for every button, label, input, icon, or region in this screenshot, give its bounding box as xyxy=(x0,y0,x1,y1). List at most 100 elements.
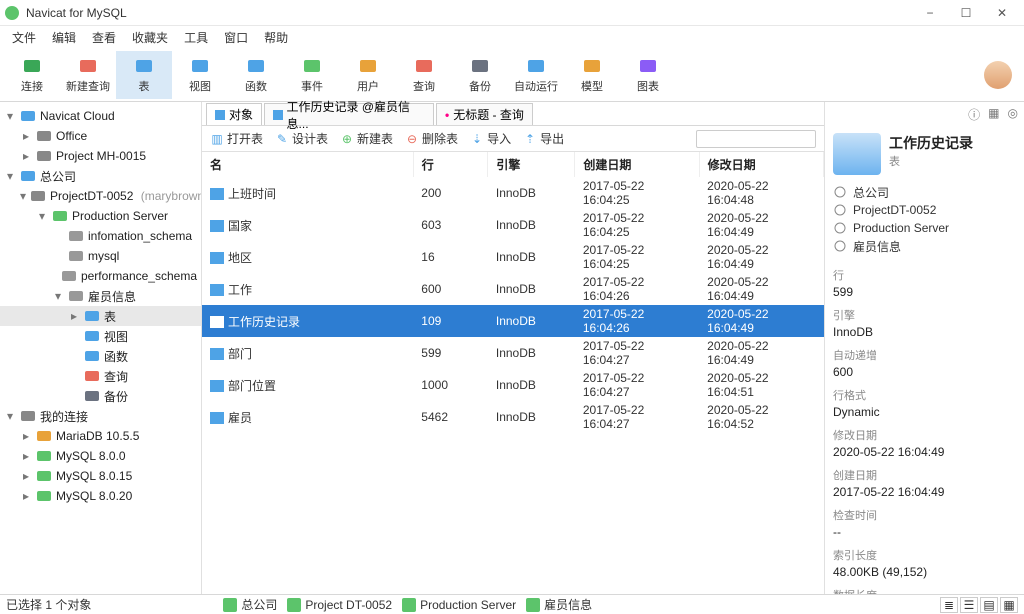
tree-node[interactable]: ▸Project MH-0015 xyxy=(0,146,201,166)
table-row[interactable]: 上班时间200InnoDB2017-05-22 16:04:252020-05-… xyxy=(202,177,824,209)
tab[interactable]: •无标题 - 查询 xyxy=(436,103,533,125)
app-logo-icon xyxy=(4,5,20,21)
table-row[interactable]: 工作历史记录109InnoDB2017-05-22 16:04:262020-0… xyxy=(202,305,824,337)
column-header[interactable]: 修改日期 xyxy=(699,152,823,177)
table-grid[interactable]: 名行引擎创建日期修改日期上班时间200InnoDB2017-05-22 16:0… xyxy=(202,152,824,594)
tree-node[interactable]: infomation_schema xyxy=(0,226,201,246)
import-button[interactable]: ⇣导入 xyxy=(470,130,511,147)
toolbar-连接[interactable]: 连接 xyxy=(4,51,60,99)
info-icon[interactable]: ⓘ xyxy=(968,106,980,123)
menu-收藏夹[interactable]: 收藏夹 xyxy=(128,27,172,48)
properties-pane: ⓘ ▦ ◎ 工作历史记录 表 总公司ProjectDT-0052Producti… xyxy=(824,102,1024,594)
breadcrumb-item[interactable]: 总公司 xyxy=(833,183,1016,201)
menu-查看[interactable]: 查看 xyxy=(88,27,120,48)
table-row[interactable]: 地区16InnoDB2017-05-22 16:04:252020-05-22 … xyxy=(202,241,824,273)
breadcrumb-item[interactable]: 雇员信息 xyxy=(833,237,1016,255)
prop-value: InnoDB xyxy=(833,325,1016,339)
prop-value: 600 xyxy=(833,365,1016,379)
object-properties: 行599引擎InnoDB自动递增600行格式Dynamic修改日期2020-05… xyxy=(825,257,1024,594)
status-path-item[interactable]: Project DT-0052 xyxy=(287,596,392,613)
menu-窗口[interactable]: 窗口 xyxy=(220,27,252,48)
design-table-button[interactable]: ✎设计表 xyxy=(275,130,328,147)
toolbar-函数[interactable]: 函数 xyxy=(228,51,284,99)
view-large-button[interactable]: ▦ xyxy=(1000,597,1018,613)
menu-编辑[interactable]: 编辑 xyxy=(48,27,80,48)
export-button[interactable]: ⇡导出 xyxy=(523,130,564,147)
column-header[interactable]: 行 xyxy=(413,152,488,177)
search-input[interactable] xyxy=(696,130,816,148)
table-row[interactable]: 部门599InnoDB2017-05-22 16:04:272020-05-22… xyxy=(202,337,824,369)
toolbar: 连接新建查询表视图函数事件用户查询备份自动运行模型图表 xyxy=(0,48,1024,102)
toolbar-视图[interactable]: 视图 xyxy=(172,51,228,99)
menu-文件[interactable]: 文件 xyxy=(8,27,40,48)
view-detail-button[interactable]: ☰ xyxy=(960,597,978,613)
tree-node[interactable]: ▾总公司 xyxy=(0,166,201,186)
breadcrumb-item[interactable]: ProjectDT-0052 xyxy=(833,201,1016,219)
tree-node[interactable]: 视图 xyxy=(0,326,201,346)
grid-icon[interactable]: ▦ xyxy=(988,106,999,123)
prop-key: 检查时间 xyxy=(833,507,1016,523)
tree-node[interactable]: ▾Navicat Cloud xyxy=(0,106,201,126)
toolbar-表[interactable]: 表 xyxy=(116,51,172,99)
status-path-item[interactable]: 雇员信息 xyxy=(526,596,592,613)
menu-工具[interactable]: 工具 xyxy=(180,27,212,48)
delete-table-button[interactable]: ⊖删除表 xyxy=(405,130,458,147)
grid-header[interactable]: 名行引擎创建日期修改日期 xyxy=(202,152,824,177)
table-toolbar: ▥打开表 ✎设计表 ⊕新建表 ⊖删除表 ⇣导入 ⇡导出 xyxy=(202,126,824,152)
table-row[interactable]: 部门位置1000InnoDB2017-05-22 16:04:272020-05… xyxy=(202,369,824,401)
toolbar-备份[interactable]: 备份 xyxy=(452,51,508,99)
table-row[interactable]: 国家603InnoDB2017-05-22 16:04:252020-05-22… xyxy=(202,209,824,241)
tree-node[interactable]: ▸表 xyxy=(0,306,201,326)
tree-node[interactable]: ▾雇员信息 xyxy=(0,286,201,306)
tree-node[interactable]: performance_schema xyxy=(0,266,201,286)
table-row[interactable]: 工作600InnoDB2017-05-22 16:04:262020-05-22… xyxy=(202,273,824,305)
view-small-button[interactable]: ▤ xyxy=(980,597,998,613)
column-header[interactable]: 创建日期 xyxy=(575,152,699,177)
tab[interactable]: 对象 xyxy=(206,103,262,125)
tree-node[interactable]: 函数 xyxy=(0,346,201,366)
status-path-item[interactable]: 总公司 xyxy=(223,596,277,613)
tree-node[interactable]: ▾我的连接 xyxy=(0,406,201,426)
tree-node[interactable]: ▾Production Server xyxy=(0,206,201,226)
toolbar-图表[interactable]: 图表 xyxy=(620,51,676,99)
tree-node[interactable]: mysql xyxy=(0,246,201,266)
window-title: Navicat for MySQL xyxy=(26,6,912,20)
toolbar-模型[interactable]: 模型 xyxy=(564,51,620,99)
toolbar-用户[interactable]: 用户 xyxy=(340,51,396,99)
object-thumb-icon xyxy=(833,133,881,175)
toolbar-自动运行[interactable]: 自动运行 xyxy=(508,51,564,99)
center-pane: 对象工作历史记录 @雇员信息...•无标题 - 查询 ▥打开表 ✎设计表 ⊕新建… xyxy=(202,102,824,594)
tree-node[interactable]: ▾ProjectDT-0052 (marybrown) xyxy=(0,186,201,206)
tree-node[interactable]: ▸MySQL 8.0.0 xyxy=(0,446,201,466)
table-row[interactable]: 雇员5462InnoDB2017-05-22 16:04:272020-05-2… xyxy=(202,401,824,433)
toolbar-事件[interactable]: 事件 xyxy=(284,51,340,99)
tree-node[interactable]: 备份 xyxy=(0,386,201,406)
tree-node[interactable]: ▸MySQL 8.0.20 xyxy=(0,486,201,506)
maximize-button[interactable]: ☐ xyxy=(948,1,984,25)
tree-node[interactable]: ▸MySQL 8.0.15 xyxy=(0,466,201,486)
menu-帮助[interactable]: 帮助 xyxy=(260,27,292,48)
tab[interactable]: 工作历史记录 @雇员信息... xyxy=(264,103,434,125)
toolbar-新建查询[interactable]: 新建查询 xyxy=(60,51,116,99)
object-breadcrumb: 总公司ProjectDT-0052Production Server雇员信息 xyxy=(825,181,1024,257)
prop-key: 修改日期 xyxy=(833,427,1016,443)
breadcrumb-item[interactable]: Production Server xyxy=(833,219,1016,237)
connection-tree[interactable]: ▾Navicat Cloud▸Office▸Project MH-0015▾总公… xyxy=(0,102,202,594)
toolbar-查询[interactable]: 查询 xyxy=(396,51,452,99)
prop-value: 2020-05-22 16:04:49 xyxy=(833,445,1016,459)
view-mode-buttons: ≣ ☰ ▤ ▦ xyxy=(940,597,1018,613)
settings-icon[interactable]: ◎ xyxy=(1008,106,1018,123)
tree-node[interactable]: 查询 xyxy=(0,366,201,386)
close-button[interactable]: ✕ xyxy=(984,1,1020,25)
tree-node[interactable]: ▸MariaDB 10.5.5 xyxy=(0,426,201,446)
open-table-button[interactable]: ▥打开表 xyxy=(210,130,263,147)
status-path-item[interactable]: Production Server xyxy=(402,596,516,613)
view-list-button[interactable]: ≣ xyxy=(940,597,958,613)
minimize-button[interactable]: − xyxy=(912,1,948,25)
avatar[interactable] xyxy=(984,61,1012,89)
object-subtitle: 表 xyxy=(889,153,973,169)
column-header[interactable]: 名 xyxy=(202,152,413,177)
column-header[interactable]: 引擎 xyxy=(488,152,575,177)
new-table-button[interactable]: ⊕新建表 xyxy=(340,130,393,147)
tree-node[interactable]: ▸Office xyxy=(0,126,201,146)
